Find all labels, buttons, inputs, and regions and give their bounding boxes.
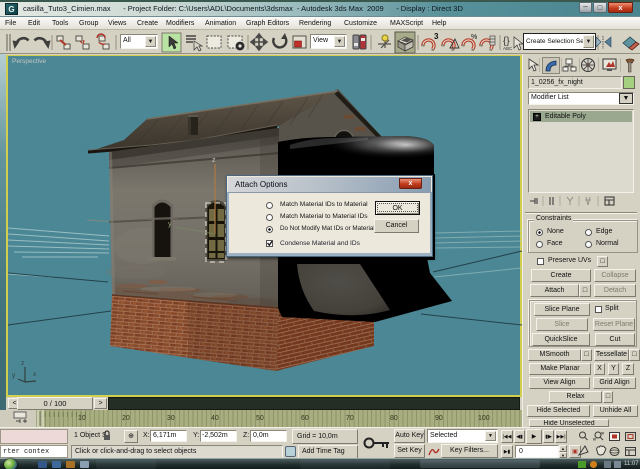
- svg-text:z: z: [21, 360, 24, 367]
- svg-text:y: y: [12, 372, 16, 379]
- svg-text:%: %: [471, 34, 477, 41]
- svg-text:z: z: [212, 157, 216, 164]
- svg-text:y: y: [168, 221, 172, 228]
- svg-text:ABC: ABC: [503, 46, 513, 51]
- svg-text:3: 3: [434, 32, 439, 41]
- svg-text:x: x: [33, 371, 37, 378]
